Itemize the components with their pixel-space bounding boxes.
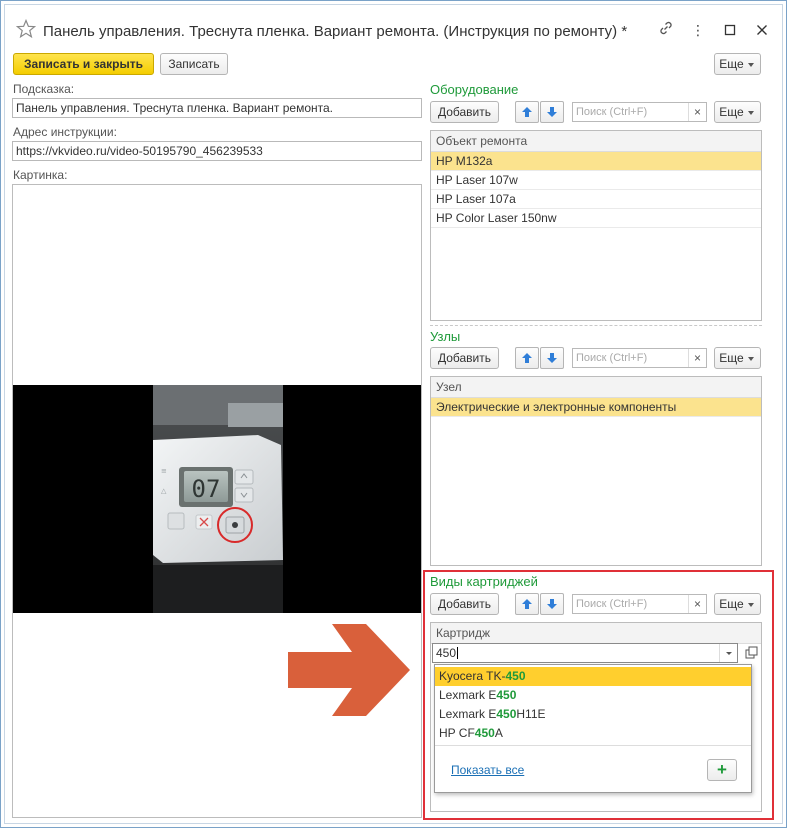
equipment-table: Объект ремонта HP M132a HP Laser 107w HP… — [430, 130, 762, 321]
cartridge-dropdown-list: Kyocera TK-450 Lexmark E450 Lexmark E450… — [434, 664, 752, 793]
dropdown-item[interactable]: Kyocera TK-450 — [435, 667, 751, 686]
cartridges-move-up-button[interactable] — [515, 593, 539, 615]
item-prefix: Kyocera TK- — [439, 669, 506, 683]
nodes-table: Узел Электрические и электронные компоне… — [430, 376, 762, 566]
item-match: 450 — [496, 688, 517, 702]
equipment-move-down-button[interactable] — [540, 101, 564, 123]
equipment-column-header[interactable]: Объект ремонта — [431, 131, 761, 152]
item-prefix: Lexmark E — [439, 707, 497, 721]
window-title: Панель управления. Треснута пленка. Вари… — [43, 23, 628, 40]
cartridge-input[interactable]: 450 — [432, 643, 738, 663]
dropdown-item[interactable]: HP CF450A — [435, 724, 751, 743]
dropdown-item[interactable]: Lexmark E450 — [435, 686, 751, 705]
table-row[interactable]: HP Laser 107w — [431, 171, 761, 190]
open-item-icon[interactable] — [742, 644, 760, 662]
equipment-section-title: Оборудование — [430, 82, 519, 97]
table-row[interactable]: HP Color Laser 150nw — [431, 209, 761, 228]
clear-icon[interactable]: × — [688, 103, 706, 121]
annotation-arrow-icon — [288, 624, 410, 716]
more-button[interactable]: Еще — [714, 53, 761, 75]
cartridges-search-input[interactable]: Поиск (Ctrl+F) × — [572, 594, 707, 614]
nodes-search-placeholder: Поиск (Ctrl+F) — [576, 352, 648, 364]
address-input[interactable]: https://vkvideo.ru/video-50195790_456239… — [12, 141, 422, 161]
picture-field[interactable]: 07 ≡ △ — [12, 184, 422, 818]
dropdown-arrow-icon[interactable] — [719, 644, 737, 662]
cartridges-more-button[interactable]: Еще — [714, 593, 761, 615]
clear-icon[interactable]: × — [688, 349, 706, 367]
item-suffix: A — [494, 726, 503, 740]
clear-icon[interactable]: × — [688, 595, 706, 613]
table-row[interactable]: HP Laser 107a — [431, 190, 761, 209]
equipment-search-placeholder: Поиск (Ctrl+F) — [576, 106, 648, 118]
printer-panel-photo: 07 ≡ △ — [13, 385, 421, 613]
arrow-up-icon — [522, 599, 532, 609]
cartridges-section-title: Виды картриджей — [430, 574, 538, 589]
table-row[interactable]: Электрические и электронные компоненты — [431, 398, 761, 417]
item-prefix: HP CF — [439, 726, 475, 740]
address-label: Адрес инструкции: — [13, 125, 117, 139]
equipment-add-button[interactable]: Добавить — [430, 101, 499, 123]
cartridges-column-header[interactable]: Картридж — [431, 623, 761, 644]
arrow-down-icon — [547, 107, 557, 117]
item-match: 450 — [474, 726, 495, 740]
cartridges-search-placeholder: Поиск (Ctrl+F) — [576, 598, 648, 610]
hint-input[interactable]: Панель управления. Треснута пленка. Вари… — [12, 98, 422, 118]
show-all-link[interactable]: Показать все — [451, 763, 524, 777]
equipment-more-button[interactable]: Еще — [714, 101, 761, 123]
table-row[interactable]: HP M132a — [431, 152, 761, 171]
maximize-icon[interactable] — [720, 20, 740, 40]
picture-label: Картинка: — [13, 168, 68, 182]
nodes-move-up-button[interactable] — [515, 347, 539, 369]
nodes-add-button[interactable]: Добавить — [430, 347, 499, 369]
dropdown-item[interactable]: Lexmark E450H11E — [435, 705, 751, 724]
nodes-move-down-button[interactable] — [540, 347, 564, 369]
hint-label: Подсказка: — [13, 82, 75, 96]
item-suffix: H11E — [516, 707, 546, 721]
nodes-section-title: Узлы — [430, 329, 461, 344]
svg-text:△: △ — [161, 487, 167, 495]
close-icon[interactable] — [752, 20, 772, 40]
create-new-button[interactable]: + — [707, 759, 737, 781]
nodes-search-input[interactable]: Поиск (Ctrl+F) × — [572, 348, 707, 368]
cartridges-add-button[interactable]: Добавить — [430, 593, 499, 615]
nodes-column-header[interactable]: Узел — [431, 377, 761, 398]
dropdown-divider — [435, 745, 751, 746]
kebab-menu-icon[interactable]: ⋮ — [688, 20, 708, 40]
arrow-down-icon — [547, 599, 557, 609]
cartridges-move-down-button[interactable] — [540, 593, 564, 615]
save-button[interactable]: Записать — [160, 53, 228, 75]
nodes-more-button[interactable]: Еще — [714, 347, 761, 369]
title-bar: Панель управления. Треснута пленка. Вари… — [8, 16, 778, 50]
item-match: 450 — [505, 669, 526, 683]
equipment-move-up-button[interactable] — [515, 101, 539, 123]
text-caret — [457, 647, 459, 659]
item-match: 450 — [496, 707, 517, 721]
item-prefix: Lexmark E — [439, 688, 497, 702]
star-icon[interactable] — [16, 19, 36, 39]
svg-text:≡: ≡ — [161, 467, 167, 475]
save-and-close-button[interactable]: Записать и закрыть — [13, 53, 154, 75]
arrow-down-icon — [547, 353, 557, 363]
equipment-search-input[interactable]: Поиск (Ctrl+F) × — [572, 102, 707, 122]
arrow-up-icon — [522, 353, 532, 363]
lcd-display: 07 — [192, 475, 221, 503]
cartridge-input-value: 450 — [436, 646, 457, 660]
link-icon[interactable] — [656, 20, 676, 40]
section-divider — [430, 325, 762, 326]
arrow-up-icon — [522, 107, 532, 117]
